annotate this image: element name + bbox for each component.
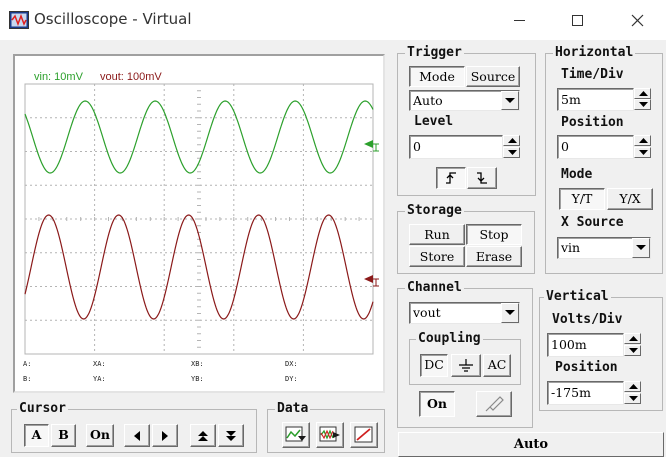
scope-grid [24,83,374,355]
readout-xa: XA: [93,360,106,368]
volts-div-input[interactable]: 100m [547,333,624,357]
h-position-label: Position [561,115,624,130]
horizontal-title: Horizontal [553,45,636,60]
clear-data-button[interactable] [350,422,378,448]
h-mode-label: Mode [561,167,593,182]
volts-div-label: Volts/Div [552,312,623,327]
coupling-ac-button[interactable]: AC [483,354,511,377]
cursor-up-button[interactable] [190,424,216,447]
h-position-input[interactable]: 0 [557,135,634,159]
cursor-down-button[interactable] [218,424,244,447]
vout-trace [24,214,374,320]
channel-b-marker[interactable] [364,275,379,287]
scope-display: vin: 10mV vout: 100mV A: B: XA: YA: XB: … [13,54,385,393]
volts-div-spinner[interactable] [624,333,641,357]
x-source-dropdown-icon[interactable] [632,238,650,258]
trigger-mode-dropdown-icon[interactable] [501,91,519,110]
readout-dx: DX: [285,360,298,368]
store-button[interactable]: Store [409,246,465,267]
readout-yb: YB: [191,375,204,383]
run-button[interactable]: Run [409,224,465,245]
legend-vout: vout: 100mV [100,71,162,83]
export-data-button[interactable] [282,422,310,448]
cursor-b-button[interactable]: B [51,424,76,447]
double-up-icon [198,431,208,441]
time-div-spinner[interactable] [634,88,651,111]
falling-edge-icon [477,172,487,184]
mode-yt-button[interactable]: Y/T [559,188,605,210]
coupling-dc-button[interactable]: DC [420,354,448,377]
cursor-left-button[interactable] [124,424,150,447]
falling-edge-button[interactable] [467,167,497,189]
trigger-level-label: Level [414,114,454,129]
v-position-label: Position [555,360,618,375]
trigger-mode-tab[interactable]: Mode [409,66,465,87]
rising-edge-button[interactable] [436,167,466,189]
erase-button[interactable]: Erase [466,246,522,267]
trigger-source-tab[interactable]: Source [466,66,520,87]
x-source-label: X Source [561,215,624,230]
rising-edge-icon [446,172,456,184]
legend-vin: vin: 10mV [34,71,84,83]
readout-a: A: [23,360,31,368]
title-bar: Oscilloscope - Virtual [0,0,666,40]
import-chart-icon [319,426,340,442]
stop-button[interactable]: Stop [466,224,522,245]
data-title: Data [275,401,311,416]
channel-dropdown-icon[interactable] [501,303,519,323]
time-div-label: Time/Div [561,67,624,82]
probe-icon [485,396,504,412]
window-title: Oscilloscope - Virtual [34,10,192,28]
readout-dy: DY: [285,375,298,383]
maximize-icon[interactable] [566,8,590,32]
ground-icon [459,359,473,372]
coupling-title: Coupling [416,331,483,346]
vertical-title: Vertical [544,289,611,304]
trigger-title: Trigger [405,45,464,60]
v-position-spinner[interactable] [624,381,641,405]
readout-ya: YA: [93,375,106,383]
mode-yx-button[interactable]: Y/X [607,188,653,210]
coupling-ground-button[interactable] [451,354,481,377]
minimize-icon[interactable] [508,8,532,32]
close-icon[interactable] [626,8,650,32]
channel-on-button[interactable]: On [419,391,455,417]
arrow-right-icon [162,431,168,441]
v-position-input[interactable]: -175m [547,381,624,405]
channel-title: Channel [405,280,464,295]
trigger-level-input[interactable]: 0 [409,135,503,159]
trigger-level-spinner[interactable] [503,135,520,159]
cursor-on-button[interactable]: On [86,424,114,447]
readout-b: B: [23,375,31,383]
cursor-title: Cursor [17,401,68,416]
cursor-right-button[interactable] [152,424,178,447]
probe-button[interactable] [476,391,512,417]
vin-trace [24,100,374,174]
storage-title: Storage [405,203,464,218]
arrow-left-icon [134,431,140,441]
channel-a-marker[interactable] [364,140,379,152]
oscilloscope-app-icon [9,11,29,29]
cursor-a-button[interactable]: A [24,424,49,447]
import-data-button[interactable] [316,422,344,448]
time-div-input[interactable]: 5m [557,88,634,111]
double-down-icon [226,431,236,441]
clear-chart-icon [354,426,373,443]
auto-button[interactable]: Auto [398,432,664,457]
readout-xb: XB: [191,360,204,368]
export-chart-icon [285,426,306,442]
h-position-spinner[interactable] [634,135,651,159]
